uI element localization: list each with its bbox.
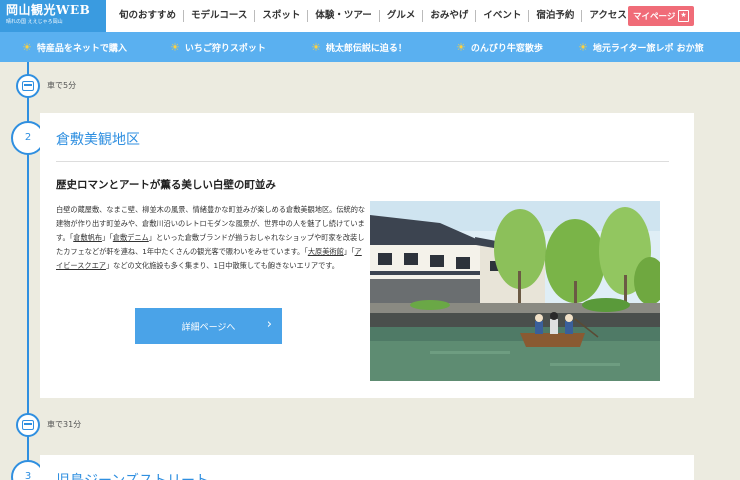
mypage-label: マイページ (633, 12, 676, 22)
feature-link-label: いちご狩りスポット (184, 44, 266, 54)
feature-link-online-shop[interactable]: ☀ 特産品をネットで購入 (22, 41, 127, 54)
nav-item-seasonal[interactable]: 旬のおすすめ (112, 10, 185, 22)
feature-link-label: 桃太郎伝説に迫る！ (325, 44, 407, 54)
nav-item-lodging[interactable]: 宿泊予約 (529, 10, 583, 22)
main-nav: 旬のおすすめ モデルコース スポット 体験・ツアー グルメ おみやげ イベント … (112, 0, 634, 32)
feature-link-momotaro[interactable]: ☀ 桃太郎伝説に迫る！ (311, 41, 407, 54)
spot-description: 白壁の蔵屋敷、なまこ壁、柳並木の風景、情緒豊かな町並みが楽しめる倉敷美観地区。伝… (56, 203, 366, 273)
detail-page-button[interactable]: 詳細ページへ › (135, 308, 282, 344)
logo-tagline: 晴れの国 ええじゃろ岡山 (6, 19, 63, 25)
divider (56, 161, 669, 162)
bookmark-icon: ★ (678, 10, 689, 22)
sun-icon: ☀ (22, 41, 32, 54)
nav-item-gourmet[interactable]: グルメ (380, 10, 424, 22)
transit-time: 車で5分 (47, 81, 77, 90)
bus-icon (16, 74, 40, 98)
spot-card: 倉敷美観地区 歴史ロマンとアートが薫る美しい白壁の町並み 白壁の蔵屋敷、なまこ壁… (40, 113, 694, 398)
sun-icon: ☀ (578, 41, 588, 54)
spot-heading: 歴史ロマンとアートが薫る美しい白壁の町並み (56, 179, 276, 191)
sun-icon: ☀ (170, 41, 180, 54)
feature-link-travel-report[interactable]: ☀ 地元ライター旅レポ おか旅 (578, 41, 704, 54)
feature-link-label: 地元ライター旅レポ おか旅 (592, 44, 704, 54)
spot-card: 児島ジーンズストリート (40, 455, 694, 480)
feature-link-label: のんびり牛窓散歩 (470, 44, 543, 54)
site-header: 岡山観光WEB 晴れの国 ええじゃろ岡山 旬のおすすめ モデルコース スポット … (0, 0, 740, 32)
bus-icon (16, 413, 40, 437)
link-ohara-museum[interactable]: 大原美術館 (308, 247, 344, 256)
link-kurashiki-hanpu[interactable]: 倉敷帆布 (73, 233, 102, 242)
sun-icon: ☀ (456, 41, 466, 54)
nav-item-souvenir[interactable]: おみやげ (423, 10, 477, 22)
sun-icon: ☀ (311, 41, 321, 54)
nav-item-model-course[interactable]: モデルコース (184, 10, 256, 22)
desc-text: 」「 (102, 233, 113, 242)
link-kurashiki-denim[interactable]: 倉敷デニム (113, 233, 149, 242)
mypage-button[interactable]: マイページ ★ (628, 6, 694, 26)
detail-button-label: 詳細ページへ (181, 322, 236, 333)
desc-text: 」などの文化施設も多く集まり、1日中散策しても飽きないエリアです。 (105, 261, 339, 270)
feature-nav: ☀ 特産品をネットで購入 ☀ いちご狩りスポット ☀ 桃太郎伝説に迫る！ ☀ のんびり牛… (0, 32, 740, 62)
spot-photo (370, 201, 660, 381)
logo-title: 岡山観光WEB (6, 3, 91, 17)
chevron-right-icon: › (266, 317, 272, 332)
site-logo[interactable]: 岡山観光WEB 晴れの国 ええじゃろ岡山 (0, 0, 106, 32)
feature-link-strawberry[interactable]: ☀ いちご狩りスポット (170, 41, 266, 54)
nav-item-spots[interactable]: スポット (255, 10, 309, 22)
spot-title: 倉敷美観地区 (56, 132, 140, 148)
nav-item-events[interactable]: イベント (476, 10, 530, 22)
nav-item-experience[interactable]: 体験・ツアー (308, 10, 380, 22)
feature-link-ushimado[interactable]: ☀ のんびり牛窓散歩 (456, 41, 543, 54)
nav-item-access[interactable]: アクセス (582, 10, 634, 22)
spot-title: 児島ジーンズストリート (56, 470, 209, 480)
desc-text: 」「 (343, 247, 355, 256)
transit-time: 車で31分 (47, 420, 82, 429)
feature-link-label: 特産品をネットで購入 (36, 44, 127, 54)
